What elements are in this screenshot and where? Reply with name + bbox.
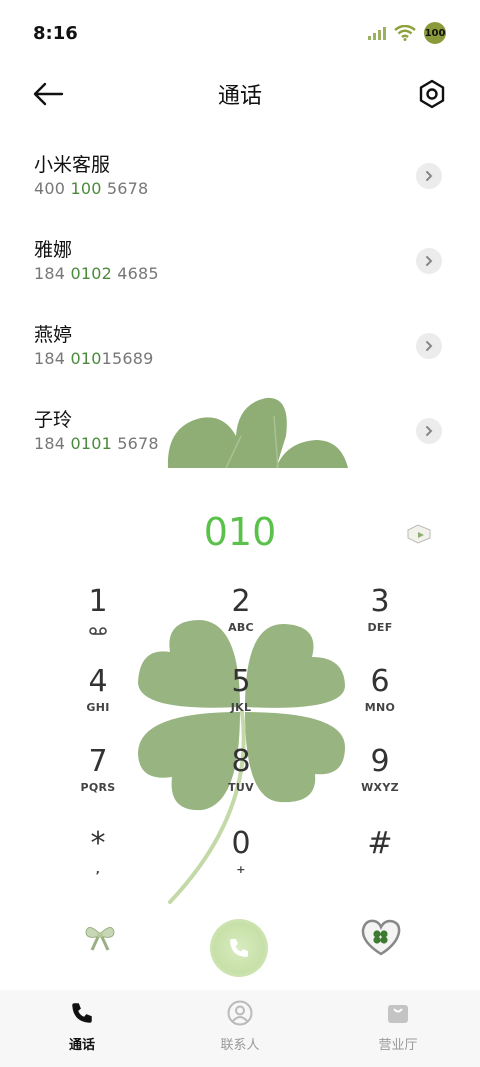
- tab-contacts[interactable]: 联系人: [190, 1000, 290, 1053]
- battery-indicator: 100: [424, 22, 446, 44]
- contact-name: 子玲: [34, 409, 73, 431]
- tab-label: 联系人: [220, 1038, 260, 1053]
- settings-icon[interactable]: [416, 78, 448, 110]
- status-bar: 8:16 100: [0, 0, 480, 66]
- store-icon: [388, 1005, 408, 1023]
- chevron-right-icon[interactable]: [416, 418, 442, 444]
- backspace-icon[interactable]: [404, 522, 432, 546]
- key-5[interactable]: 5 JKL: [186, 663, 296, 737]
- page-title: 通话: [217, 84, 262, 109]
- call-button[interactable]: [210, 919, 268, 977]
- signal-icon: [368, 27, 386, 40]
- contact-number: 400 100 5678: [34, 179, 149, 198]
- key-hash[interactable]: #: [325, 825, 435, 899]
- bottom-tab-bar: 通话 联系人 营业厅: [0, 990, 480, 1067]
- clover-heart-icon[interactable]: [360, 916, 402, 958]
- tab-calls[interactable]: 通话: [32, 1000, 132, 1053]
- key-8[interactable]: 8 TUV: [186, 743, 296, 817]
- bow-icon[interactable]: [82, 918, 118, 954]
- contacts-icon: [227, 1000, 253, 1026]
- chevron-right-icon[interactable]: [416, 333, 442, 359]
- key-star[interactable]: * ,: [43, 825, 153, 899]
- chevron-right-icon[interactable]: [416, 248, 442, 274]
- contact-name: 小米客服: [34, 154, 111, 176]
- key-6[interactable]: 6 MNO: [325, 663, 435, 737]
- tab-label: 通话: [68, 1038, 95, 1053]
- dialer-actions: [0, 910, 480, 990]
- key-4[interactable]: 4 GHI: [43, 663, 153, 737]
- key-7[interactable]: 7 PQRS: [43, 743, 153, 817]
- status-icons: 100: [368, 22, 446, 44]
- contact-number: 184 0102 4685: [34, 264, 159, 283]
- key-0[interactable]: 0 +: [186, 825, 296, 899]
- contact-name: 燕婷: [34, 324, 73, 346]
- phone-call-icon: [230, 939, 248, 957]
- contact-name: 雅娜: [34, 239, 73, 261]
- wifi-icon: [394, 25, 416, 41]
- phone-icon: [72, 1003, 92, 1023]
- tab-service-hall[interactable]: 营业厅: [348, 1000, 448, 1053]
- contact-row[interactable]: 燕婷 184 01015689: [0, 308, 480, 393]
- chevron-right-icon[interactable]: [416, 163, 442, 189]
- key-1[interactable]: 1: [43, 583, 153, 657]
- header: 通话: [0, 66, 480, 124]
- key-3[interactable]: 3 DEF: [325, 583, 435, 657]
- tab-label: 营业厅: [378, 1038, 418, 1053]
- contact-row[interactable]: 雅娜 184 0102 4685: [0, 223, 480, 308]
- voicemail-icon: [89, 627, 107, 635]
- contact-row[interactable]: 小米客服 400 100 5678: [0, 138, 480, 223]
- key-2[interactable]: 2 ABC: [186, 583, 296, 657]
- contact-number: 184 01015689: [34, 349, 154, 368]
- contact-number: 184 0101 5678: [34, 434, 159, 453]
- key-9[interactable]: 9 WXYZ: [325, 743, 435, 817]
- clover-decoration-icon: [167, 397, 348, 468]
- status-time: 8:16: [33, 22, 78, 44]
